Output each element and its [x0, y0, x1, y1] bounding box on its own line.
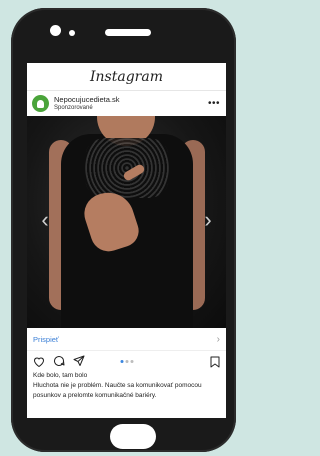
post-image[interactable]: ‹ › [27, 116, 226, 328]
chevron-right-icon: › [216, 333, 220, 345]
home-button[interactable] [110, 424, 156, 449]
action-bar [27, 351, 226, 371]
photo-lace [85, 138, 169, 198]
post-caption: Hluchota nie je problém. Naučte sa komun… [33, 382, 202, 399]
post-header: Nepocujucedieta.sk Sponzorované ••• [27, 91, 226, 116]
instagram-logo: Instagram [90, 68, 163, 85]
proximity-sensor [69, 30, 75, 36]
chevron-left-icon[interactable]: ‹ [37, 208, 53, 232]
more-icon[interactable]: ••• [208, 98, 220, 109]
app-header: Instagram [27, 63, 226, 91]
account-avatar[interactable] [32, 95, 49, 112]
carousel-dot [130, 359, 133, 363]
cta-bar[interactable]: Prispieť › [27, 328, 226, 351]
carousel-dot-active [120, 359, 123, 363]
bookmark-icon[interactable] [210, 356, 220, 368]
heart-icon[interactable] [33, 356, 45, 367]
carousel-dot [125, 359, 128, 363]
phone-frame: Instagram Nepocujucedieta.sk Sponzorovan… [11, 8, 236, 452]
chevron-right-icon[interactable]: › [200, 208, 216, 232]
earpiece-speaker [105, 29, 151, 36]
cta-label[interactable]: Prispieť [33, 335, 59, 344]
screen: Instagram Nepocujucedieta.sk Sponzorovan… [27, 63, 226, 418]
front-camera [50, 25, 61, 36]
account-info: Nepocujucedieta.sk Sponzorované [54, 96, 119, 111]
sponsored-label: Sponzorované [54, 104, 93, 111]
carousel-indicator [120, 359, 133, 363]
send-icon[interactable] [73, 355, 85, 367]
account-name[interactable]: Nepocujucedieta.sk [54, 96, 119, 104]
comment-icon[interactable] [53, 355, 65, 367]
likes-text: Kde bolo, tam bolo [33, 372, 88, 379]
